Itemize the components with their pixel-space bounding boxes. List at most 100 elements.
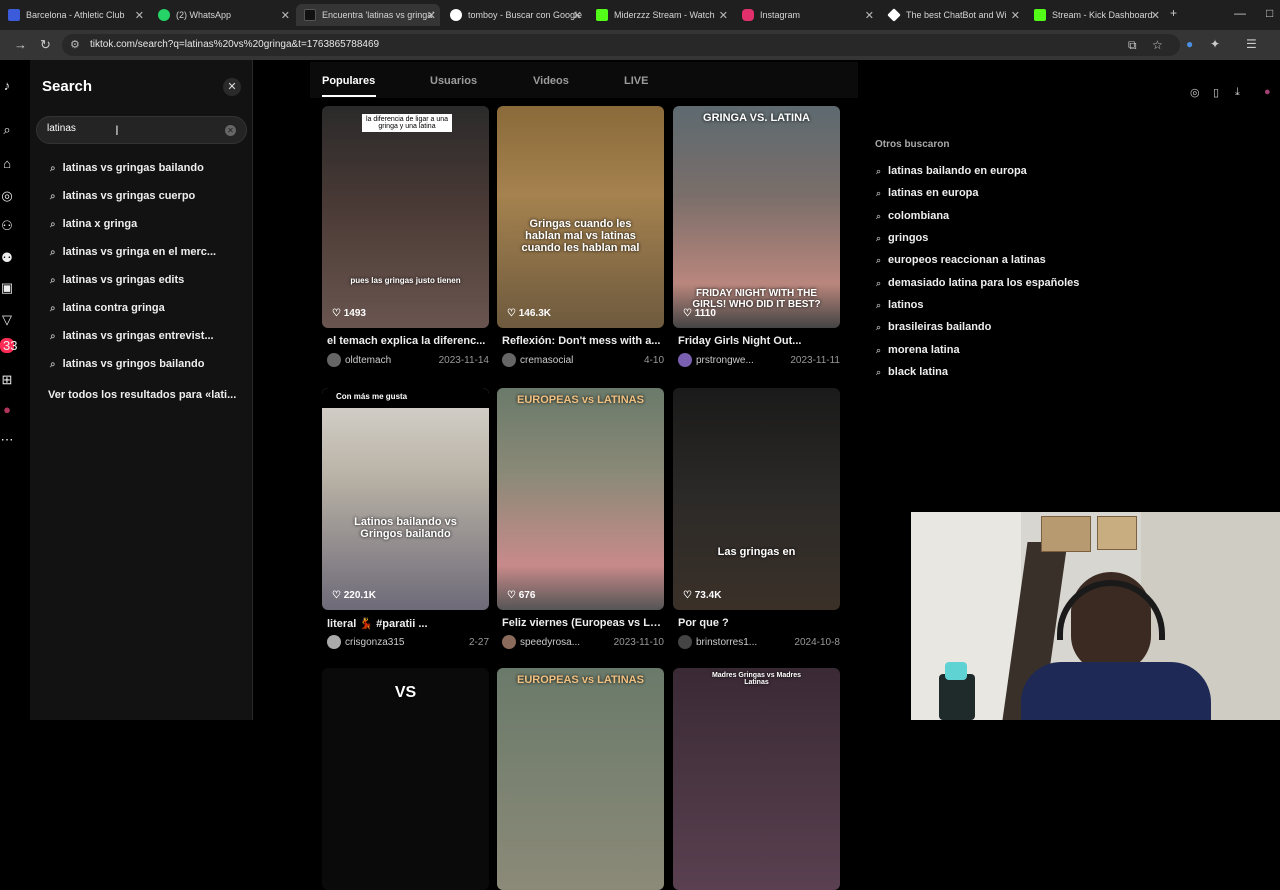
search-suggestion[interactable]: ⌕ latinas vs gringas cuerpo: [50, 190, 195, 202]
video-thumbnail[interactable]: GRINGA VS. LATINA FRIDAY NIGHT WITH THE …: [673, 106, 840, 328]
home-icon[interactable]: ⌂: [0, 156, 14, 171]
browser-tab[interactable]: Miderzzz Stream - Watch ✕: [588, 4, 732, 26]
heart-icon: ♡: [507, 590, 519, 601]
reload-icon[interactable]: ↻: [40, 37, 51, 53]
search-suggestion[interactable]: ⌕ latinas vs gringa en el merc...: [50, 246, 216, 258]
tab-title: The best ChatBot and Wi: [906, 10, 1007, 20]
menu-icon[interactable]: ☰: [1246, 37, 1257, 51]
tiktok-logo-icon[interactable]: ♪: [0, 78, 14, 93]
video-thumbnail[interactable]: Con más me gusta Latinos bailando vs Gri…: [322, 388, 489, 610]
browser-tab[interactable]: The best ChatBot and Wi ✕: [880, 4, 1024, 26]
related-search[interactable]: ⌕ colombiana: [876, 210, 949, 222]
related-search[interactable]: ⌕ latinas en europa: [876, 187, 979, 199]
search-suggestion[interactable]: ⌕ latinas vs gringas edits: [50, 274, 184, 286]
related-search[interactable]: ⌕ brasileiras bailando: [876, 321, 991, 333]
video-thumbnail[interactable]: EUROPEAS vs LATINAS ♡ 676: [497, 388, 664, 610]
more-icon[interactable]: ⋯: [0, 432, 14, 448]
browser-tab-active[interactable]: Encuentra 'latinas vs gringa' ✕: [296, 4, 440, 26]
phone-icon[interactable]: ▯: [1213, 86, 1219, 99]
related-search[interactable]: ⌕ latinos: [876, 299, 924, 311]
avatar[interactable]: [502, 635, 516, 649]
live-icon[interactable]: ▣: [0, 280, 14, 296]
video-thumbnail[interactable]: la diferencia de ligar a una gringa y un…: [322, 106, 489, 328]
video-caption[interactable]: Feliz viernes (Europeas vs La...: [502, 617, 662, 629]
search-input[interactable]: [47, 123, 207, 134]
forward-icon[interactable]: →: [14, 37, 27, 52]
minimize-icon[interactable]: —: [1234, 6, 1246, 20]
browser-tab[interactable]: tomboy - Buscar con Google ✕: [442, 4, 586, 26]
video-caption[interactable]: Reflexión: Don't mess with a...: [502, 335, 662, 347]
video-meta: oldtemach 2023-11-14: [327, 353, 489, 367]
avatar[interactable]: [678, 635, 692, 649]
avatar[interactable]: [327, 635, 341, 649]
close-tab-icon[interactable]: ✕: [865, 9, 874, 22]
close-tab-icon[interactable]: ✕: [281, 9, 290, 22]
close-tab-icon[interactable]: ✕: [1011, 9, 1020, 22]
username[interactable]: speedyrosa...: [520, 637, 610, 648]
video-thumbnail[interactable]: VS: [322, 668, 489, 890]
close-tab-icon[interactable]: ✕: [427, 9, 436, 22]
compass-icon[interactable]: ◎: [1190, 86, 1200, 99]
video-thumbnail[interactable]: Madres Gringas vs Madres Latinas: [673, 668, 840, 890]
browser-tab[interactable]: Stream - Kick Dashboard ✕: [1026, 4, 1164, 26]
search-input-box[interactable]: I ✕: [36, 116, 247, 144]
username[interactable]: oldtemach: [345, 355, 435, 366]
video-thumbnail[interactable]: Las gringas en ♡ 73.4K: [673, 388, 840, 610]
search-suggestion[interactable]: ⌕ latina contra gringa: [50, 302, 165, 314]
download-icon[interactable]: ⤓: [1235, 86, 1240, 99]
video-caption[interactable]: Friday Girls Night Out...: [678, 335, 838, 347]
search-suggestion[interactable]: ⌕ latinas vs gringos bailando: [50, 358, 204, 370]
close-tab-icon[interactable]: ✕: [573, 9, 582, 22]
see-all-results-link[interactable]: Ver todos los resultados para «lati...: [48, 389, 236, 401]
maximize-icon[interactable]: □: [1266, 6, 1273, 20]
video-thumbnail[interactable]: Gringas cuando les hablan mal vs latinas…: [497, 106, 664, 328]
search-suggestion[interactable]: ⌕ latinas vs gringas bailando: [50, 162, 204, 174]
close-search-icon[interactable]: ✕: [223, 78, 241, 96]
username[interactable]: crisgonza315: [345, 637, 465, 648]
profile-avatar[interactable]: ●: [0, 402, 14, 417]
friends-icon[interactable]: ⚉: [0, 250, 14, 266]
avatar[interactable]: [678, 353, 692, 367]
extensions-puzzle-icon[interactable]: ✦: [1210, 37, 1220, 51]
tab-videos[interactable]: Videos: [533, 75, 569, 87]
close-tab-icon[interactable]: ✕: [1151, 9, 1160, 22]
bookmark-star-icon[interactable]: ☆: [1152, 38, 1163, 52]
username[interactable]: prstrongwe...: [696, 355, 786, 366]
tab-populares[interactable]: Populares: [322, 75, 375, 87]
avatar[interactable]: [502, 353, 516, 367]
related-search[interactable]: ⌕ latinas bailando en europa: [876, 165, 1027, 177]
site-settings-icon[interactable]: ⚙: [70, 38, 80, 51]
messages-icon[interactable]: ▽: [0, 312, 14, 328]
video-caption[interactable]: Por que ?: [678, 617, 838, 629]
avatar[interactable]: [327, 353, 341, 367]
related-search[interactable]: ⌕ black latina: [876, 366, 948, 378]
browser-tab[interactable]: Instagram ✕: [734, 4, 878, 26]
related-search[interactable]: ⌕ morena latina: [876, 344, 960, 356]
username[interactable]: cremasocial: [520, 355, 640, 366]
related-search[interactable]: ⌕ gringos: [876, 232, 928, 244]
tab-live[interactable]: LIVE: [624, 75, 648, 87]
url-field[interactable]: ⚙ tiktok.com/search?q=latinas%20vs%20gri…: [62, 34, 1180, 56]
new-tab-icon[interactable]: +: [1170, 6, 1177, 20]
clear-search-icon[interactable]: ✕: [225, 125, 236, 136]
tab-usuarios[interactable]: Usuarios: [430, 75, 477, 87]
video-caption[interactable]: el temach explica la diferenc...: [327, 335, 487, 347]
browser-tab[interactable]: (2) WhatsApp ✕: [150, 4, 294, 26]
following-icon[interactable]: ⚇: [0, 218, 14, 234]
search-suggestion[interactable]: ⌕ latina x gringa: [50, 218, 137, 230]
search-icon[interactable]: ⌕: [0, 122, 14, 138]
install-app-icon[interactable]: ⧉: [1128, 38, 1137, 53]
related-search[interactable]: ⌕ demasiado latina para los españoles: [876, 277, 1079, 289]
close-tab-icon[interactable]: ✕: [719, 9, 728, 22]
search-suggestion[interactable]: ⌕ latinas vs gringas entrevist...: [50, 330, 214, 342]
user-avatar[interactable]: ●: [1264, 86, 1271, 98]
explore-icon[interactable]: ◎: [0, 188, 14, 204]
extension-icon[interactable]: ●: [1186, 37, 1193, 51]
username[interactable]: brinstorres1...: [696, 637, 790, 648]
browser-tab[interactable]: Barcelona - Athletic Club ✕: [0, 4, 148, 26]
related-search[interactable]: ⌕ europeos reaccionan a latinas: [876, 254, 1046, 266]
video-caption[interactable]: literal 💃 #paratii ...: [327, 617, 487, 630]
video-thumbnail[interactable]: EUROPEAS vs LATINAS: [497, 668, 664, 890]
upload-icon[interactable]: ⊞: [0, 372, 14, 388]
close-tab-icon[interactable]: ✕: [135, 9, 144, 22]
